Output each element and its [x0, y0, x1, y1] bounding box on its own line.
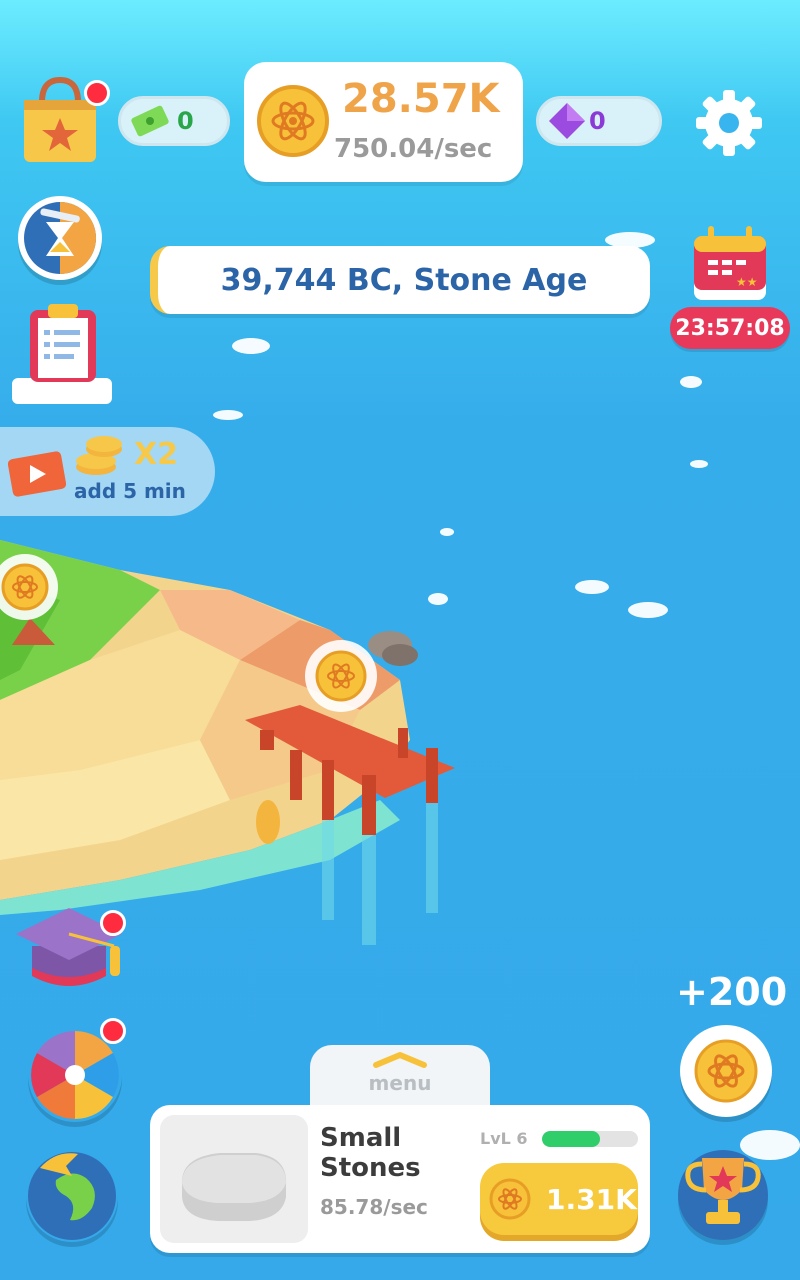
achievements-button[interactable] — [678, 1150, 768, 1240]
building-name-line2: Stones — [320, 1153, 421, 1183]
sea-foam — [690, 460, 708, 468]
sea-foam — [680, 376, 702, 388]
globe-icon — [28, 1152, 116, 1240]
event-timer: 23:57:08 — [670, 307, 790, 349]
notification-dot — [100, 1018, 126, 1044]
coin-icon — [489, 1178, 531, 1220]
boost-label: add 5 min — [74, 479, 186, 503]
gem-icon — [549, 103, 585, 139]
level-progress-track — [542, 1131, 638, 1147]
island-scene — [0, 540, 455, 945]
building-name-line1: Small — [320, 1123, 402, 1153]
calendar-icon: ★★ — [694, 226, 766, 300]
daily-calendar-button[interactable]: ★★ — [690, 222, 770, 304]
coin-stack-icon — [76, 436, 122, 475]
travel-map-button[interactable] — [26, 1150, 118, 1242]
video-icon — [8, 451, 66, 497]
video-boost-button[interactable]: X2 add 5 min — [0, 427, 215, 516]
gear-icon — [696, 90, 762, 156]
clipboard-icon — [30, 304, 96, 382]
spin-wheel-button[interactable] — [28, 1018, 126, 1122]
settings-button[interactable] — [692, 86, 766, 160]
sea-foam — [232, 338, 270, 354]
collect-coin-bubble-pier[interactable] — [305, 640, 377, 712]
hourglass-icon — [24, 202, 96, 274]
coin-icon — [1, 563, 49, 611]
stone-icon — [181, 1153, 287, 1221]
gems-value: 0 — [589, 107, 606, 135]
coins-value: 28.57K — [342, 76, 500, 122]
building-level: LvL 6 — [480, 1129, 528, 1148]
sea-foam — [213, 410, 243, 420]
bonus-amount: +200 — [676, 970, 788, 1014]
coin-icon — [257, 85, 329, 157]
collect-coin-bubble-hut[interactable] — [0, 554, 58, 620]
time-warp-button[interactable] — [18, 196, 102, 280]
tasks-button[interactable] — [12, 300, 112, 404]
chevron-up-icon — [373, 1052, 427, 1068]
building-thumbnail — [160, 1115, 308, 1243]
boost-multiplier: X2 — [134, 437, 179, 472]
sea-foam — [628, 602, 668, 618]
building-rate: 85.78/sec — [320, 1195, 428, 1219]
era-label: 39,744 BC, Stone Age — [150, 246, 650, 314]
tickets-value: 0 — [177, 107, 194, 135]
sea-foam — [575, 580, 609, 594]
coins-panel: 28.57K 750.04/sec — [244, 62, 523, 182]
coin-icon — [315, 650, 367, 702]
notification-dot — [100, 910, 126, 936]
trophy-icon — [685, 1158, 761, 1224]
coins-rate: 750.04/sec — [334, 134, 493, 164]
notification-dot — [84, 80, 110, 106]
sea-foam — [440, 528, 454, 536]
coin-icon — [694, 1039, 758, 1103]
gems-counter[interactable]: 0 — [536, 96, 662, 146]
menu-label: menu — [368, 1071, 432, 1095]
upgrade-price: 1.31K — [546, 1182, 637, 1216]
research-button[interactable] — [14, 904, 130, 996]
upgrade-buy-button[interactable]: 1.31K — [480, 1163, 638, 1235]
tickets-counter[interactable]: 0 — [118, 96, 230, 146]
shop-button[interactable] — [20, 72, 110, 167]
level-progress-fill — [542, 1131, 600, 1147]
ticket-icon — [131, 105, 169, 137]
svg-text:★★: ★★ — [736, 275, 758, 289]
bonus-coin-button[interactable] — [680, 1025, 772, 1117]
